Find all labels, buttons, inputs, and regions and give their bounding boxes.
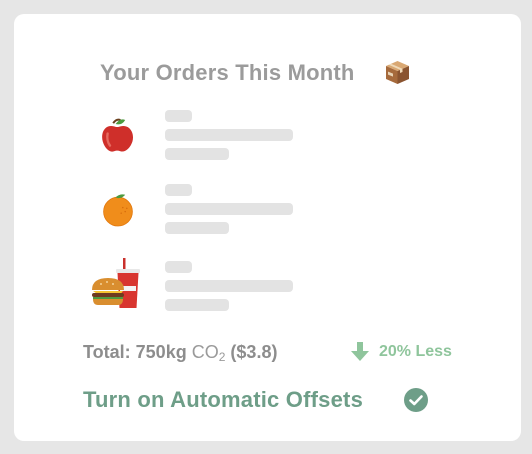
total-label: Total: 750kg	[83, 342, 187, 362]
total-price: ($3.8)	[230, 342, 278, 362]
order-item	[14, 184, 521, 244]
card-title-text: Your Orders This Month	[100, 60, 355, 85]
orange-icon	[103, 194, 133, 227]
item-skeleton-line	[165, 299, 229, 311]
order-item	[14, 258, 521, 321]
item-skeleton-line	[165, 184, 192, 196]
co2-unit: CO2	[191, 342, 226, 364]
burger-and-drink-icon	[92, 258, 140, 308]
order-item	[14, 110, 521, 170]
item-skeleton-line	[165, 148, 229, 160]
item-skeleton-line	[165, 280, 293, 292]
item-skeleton-line	[165, 203, 293, 215]
item-skeleton-line	[165, 129, 293, 141]
total-summary: Total: 750kg CO2 ($3.8)	[83, 342, 277, 363]
package-box-icon	[386, 61, 409, 84]
item-skeleton-line	[165, 222, 229, 234]
automatic-offsets-label: Turn on Automatic Offsets	[83, 387, 363, 412]
down-arrow-icon	[351, 342, 369, 361]
check-circle-icon	[404, 388, 428, 412]
change-text: 20% Less	[379, 343, 452, 360]
apple-icon	[102, 118, 134, 152]
orders-card: Your Orders This Month Total: 750kg CO2 …	[14, 14, 521, 441]
item-skeleton-line	[165, 110, 192, 122]
item-skeleton-line	[165, 261, 192, 273]
